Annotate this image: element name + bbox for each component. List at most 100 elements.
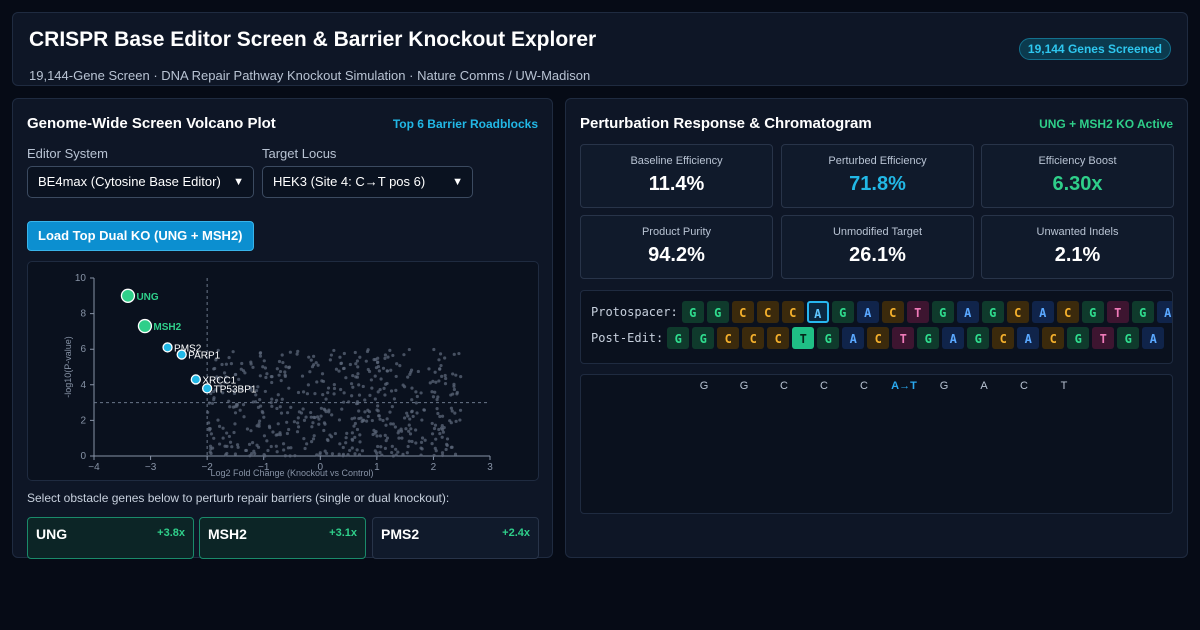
- background-gene-point: [449, 445, 453, 449]
- background-gene-point: [324, 397, 328, 401]
- barrier-gene-label: PARP1: [188, 351, 220, 362]
- background-gene-point: [388, 348, 392, 352]
- background-gene-point: [326, 438, 330, 443]
- background-gene-point: [386, 355, 390, 359]
- background-gene-point: [319, 414, 323, 418]
- background-gene-point: [407, 423, 411, 427]
- editor-system-value: BE4max (Cytosine Base Editor): [38, 174, 221, 189]
- background-gene-point: [237, 377, 241, 382]
- background-gene-point: [414, 428, 418, 432]
- background-gene-point: [357, 383, 361, 387]
- background-gene-point: [389, 422, 393, 426]
- background-gene-point: [274, 444, 278, 448]
- background-gene-point: [361, 384, 365, 389]
- editor-system-select[interactable]: BE4max (Cytosine Base Editor) ▼: [27, 166, 254, 198]
- background-gene-point: [408, 417, 412, 421]
- gene-card-msh2[interactable]: MSH2 +3.1x: [199, 517, 366, 559]
- nucleotide-a: A: [956, 301, 979, 323]
- gene-name: PMS2: [381, 526, 420, 542]
- subtitle-simulation: DNA Repair Pathway Knockout Simulation: [161, 68, 406, 83]
- edited-nucleotide: T: [792, 327, 815, 349]
- background-gene-point: [288, 454, 292, 458]
- chromatogram-trace: G G C C C A→T G A C T: [580, 374, 1173, 514]
- background-gene-point: [228, 440, 233, 444]
- background-gene-point: [391, 454, 395, 458]
- background-gene-point: [438, 367, 442, 371]
- background-gene-point: [383, 446, 387, 450]
- background-gene-point: [449, 393, 453, 397]
- background-gene-point: [367, 369, 372, 374]
- chromatogram-base-call: G: [699, 380, 709, 392]
- background-gene-point: [434, 380, 438, 384]
- background-gene-point: [416, 369, 420, 374]
- metric-label: Product Purity: [641, 226, 712, 238]
- background-gene-point: [356, 365, 360, 369]
- background-gene-point: [388, 410, 392, 414]
- background-gene-point: [263, 454, 267, 458]
- background-gene-point: [281, 442, 286, 446]
- background-gene-point: [458, 418, 462, 422]
- background-gene-point: [270, 375, 274, 379]
- background-gene-point: [318, 452, 322, 456]
- background-gene-point: [444, 447, 448, 452]
- background-gene-point: [275, 406, 279, 411]
- metric-label: Perturbed Efficiency: [828, 155, 927, 167]
- nucleotide-c: C: [742, 327, 765, 349]
- background-gene-point: [400, 436, 404, 440]
- background-gene-point: [355, 427, 360, 432]
- background-gene-point: [329, 353, 333, 357]
- background-gene-point: [317, 422, 321, 426]
- background-gene-point: [348, 362, 352, 367]
- background-gene-point: [363, 398, 367, 402]
- background-gene-point: [238, 408, 242, 412]
- background-gene-point: [402, 353, 406, 357]
- metric-value: 6.30x: [1052, 173, 1103, 195]
- y-tick-label: 2: [80, 415, 86, 426]
- background-gene-point: [271, 430, 275, 434]
- background-gene-point: [358, 355, 362, 359]
- background-gene-point: [262, 359, 266, 363]
- chromatogram-base-call: T: [1060, 380, 1068, 392]
- nucleotide-g: G: [1117, 327, 1140, 349]
- background-gene-point: [210, 446, 215, 450]
- background-gene-point: [374, 366, 379, 370]
- background-gene-point: [289, 405, 293, 409]
- background-gene-point: [409, 368, 414, 372]
- background-gene-point: [283, 373, 287, 377]
- background-gene-point: [440, 374, 444, 378]
- background-gene-point: [440, 414, 445, 418]
- metric-value: 2.1%: [1054, 244, 1101, 266]
- background-gene-point: [321, 393, 325, 397]
- gene-card-pms2[interactable]: PMS2 +2.4x: [372, 517, 539, 559]
- background-gene-point: [258, 351, 263, 355]
- gene-selection-instruction: Select obstacle genes below to perturb r…: [27, 491, 450, 505]
- background-gene-point: [382, 386, 386, 390]
- background-gene-point: [422, 408, 426, 412]
- background-gene-point: [311, 421, 315, 425]
- background-gene-point: [296, 416, 300, 420]
- background-gene-point: [432, 453, 436, 458]
- load-dual-ko-button[interactable]: Load Top Dual KO (UNG + MSH2): [27, 221, 254, 251]
- background-gene-point: [342, 400, 346, 404]
- background-gene-point: [227, 399, 231, 403]
- background-gene-point: [338, 442, 342, 446]
- background-gene-point: [437, 358, 441, 362]
- background-gene-point: [368, 393, 372, 398]
- background-gene-point: [377, 414, 381, 418]
- background-gene-point: [245, 427, 250, 431]
- background-gene-point: [351, 385, 355, 389]
- background-gene-point: [313, 415, 317, 420]
- editor-system-label: Editor System: [27, 146, 108, 161]
- nucleotide-t: T: [1106, 301, 1129, 323]
- background-gene-point: [443, 373, 447, 378]
- background-gene-point: [344, 376, 348, 380]
- target-locus-select[interactable]: HEK3 (Site 4: C→T pos 6) ▼: [262, 166, 473, 198]
- background-gene-point: [404, 427, 408, 431]
- background-gene-point: [314, 361, 318, 365]
- gene-card-ung[interactable]: UNG +3.8x: [27, 517, 194, 559]
- background-gene-point: [322, 407, 326, 411]
- background-gene-point: [443, 381, 448, 386]
- background-gene-point: [419, 453, 423, 457]
- barrier-gene-label: UNG: [136, 292, 158, 303]
- background-gene-point: [257, 422, 261, 426]
